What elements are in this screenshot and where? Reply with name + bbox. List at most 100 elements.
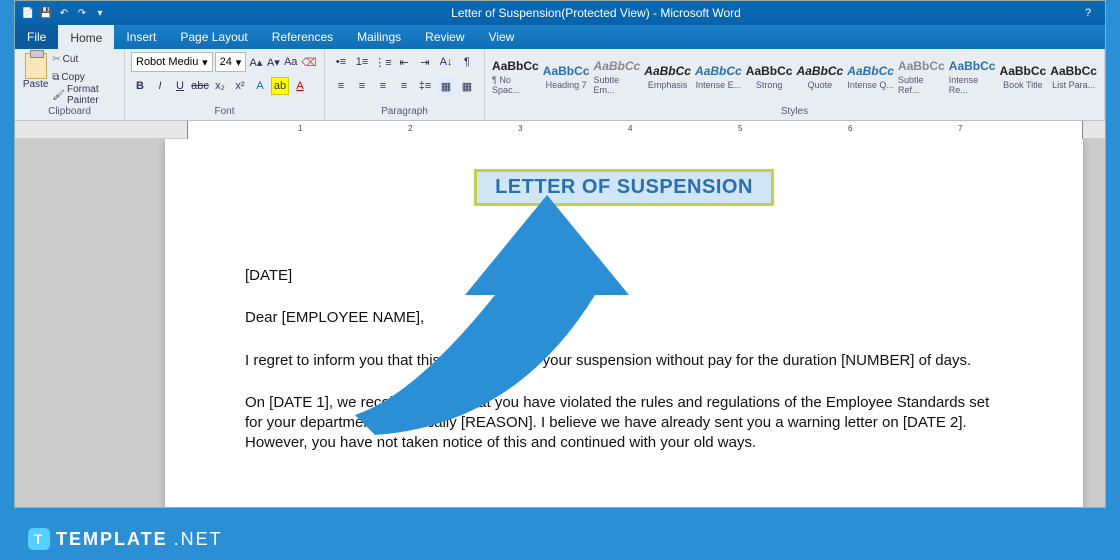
save-icon[interactable]: 💾 xyxy=(39,6,53,20)
style-name: Emphasis xyxy=(648,80,688,90)
style-preview: AaBbCc xyxy=(543,64,590,78)
style-option[interactable]: AaBbCc Strong xyxy=(745,53,794,101)
style-preview: AaBbCc xyxy=(1050,64,1097,78)
style-option[interactable]: AaBbCcEmphasis xyxy=(643,53,692,101)
style-option[interactable]: AaBbCc Intense Q... xyxy=(846,53,895,101)
tab-page-layout[interactable]: Page Layout xyxy=(168,25,259,49)
ribbon: Paste ✂Cut ⧉Copy 🖌Format Painter Clipboa… xyxy=(15,49,1105,121)
align-left-icon[interactable]: ≡ xyxy=(331,77,351,95)
style-option[interactable]: AaBbCc Quote xyxy=(796,53,845,101)
tab-review[interactable]: Review xyxy=(413,25,476,49)
style-preview: AaBbCc xyxy=(492,59,539,73)
style-name: Book Title xyxy=(1003,80,1043,90)
align-center-icon[interactable]: ≡ xyxy=(352,77,372,95)
styles-gallery[interactable]: AaBbCc¶ No Spac...AaBbCcHeading 7AaBbCcS… xyxy=(491,51,1098,101)
italic-icon[interactable]: I xyxy=(151,77,169,95)
paste-label: Paste xyxy=(23,79,49,90)
increase-indent-icon[interactable]: ⇥ xyxy=(415,53,435,71)
underline-icon[interactable]: U xyxy=(171,77,189,95)
document-area: LETTER OF SUSPENSION [DATE] Dear [EMPLOY… xyxy=(15,139,1105,507)
text-effects-icon[interactable]: A xyxy=(251,77,269,95)
undo-icon[interactable]: ↶ xyxy=(57,6,71,20)
page[interactable]: LETTER OF SUSPENSION [DATE] Dear [EMPLOY… xyxy=(165,139,1083,507)
sort-icon[interactable]: A↓ xyxy=(436,53,456,71)
style-option[interactable]: AaBbCcIntense Re... xyxy=(948,53,997,101)
bold-icon[interactable]: B xyxy=(131,77,149,95)
font-size-combo[interactable]: 24▾ xyxy=(215,52,247,72)
doc-greeting[interactable]: Dear [EMPLOYEE NAME], xyxy=(245,308,1003,328)
numbering-icon[interactable]: 1≡ xyxy=(352,53,372,71)
paste-button[interactable]: Paste xyxy=(21,51,50,105)
style-option[interactable]: AaBbCcSubtle Em... xyxy=(593,53,642,101)
style-name: Intense Re... xyxy=(949,75,996,95)
style-preview: AaBbCc xyxy=(746,64,793,78)
multilevel-list-icon[interactable]: ⋮≡ xyxy=(373,53,393,71)
style-preview: AaBbCc xyxy=(797,64,844,78)
style-name: Subtle Em... xyxy=(594,75,641,95)
doc-para-1[interactable]: I regret to inform you that this letter … xyxy=(245,351,1003,371)
tab-references[interactable]: References xyxy=(260,25,345,49)
borders-icon[interactable]: ▦ xyxy=(457,77,477,95)
title-bar: 📄 💾 ↶ ↷ ▾ Letter of Suspension(Protected… xyxy=(15,1,1105,25)
qat-dropdown-icon[interactable]: ▾ xyxy=(93,6,107,20)
format-painter-button[interactable]: 🖌Format Painter xyxy=(52,87,118,103)
group-label: Paragraph xyxy=(331,106,478,118)
scissors-icon: ✂ xyxy=(52,54,60,65)
style-name: ¶ No Spac... xyxy=(492,75,539,95)
brush-icon: 🖌 xyxy=(52,90,65,101)
font-name-combo[interactable]: Robot Mediu▾ xyxy=(131,52,213,72)
style-option[interactable]: AaBbCcIntense E... xyxy=(694,53,743,101)
grow-font-icon[interactable]: A▴ xyxy=(248,53,263,71)
style-preview: AaBbCc xyxy=(898,59,945,73)
show-marks-icon[interactable]: ¶ xyxy=(457,53,477,71)
brand-suffix: .NET xyxy=(174,529,223,550)
word-window: 📄 💾 ↶ ↷ ▾ Letter of Suspension(Protected… xyxy=(14,0,1106,508)
align-right-icon[interactable]: ≡ xyxy=(373,77,393,95)
doc-title[interactable]: LETTER OF SUSPENSION xyxy=(474,169,774,206)
strikethrough-icon[interactable]: abc xyxy=(191,77,209,95)
help-icon[interactable]: ? xyxy=(1085,7,1099,19)
doc-date[interactable]: [DATE] xyxy=(245,266,1003,286)
style-option[interactable]: AaBbCc ¶ No Spac... xyxy=(491,53,540,101)
clear-formatting-icon[interactable]: ⌫ xyxy=(300,53,318,71)
font-color-icon[interactable]: A xyxy=(291,77,309,95)
shrink-font-icon[interactable]: A▾ xyxy=(266,53,281,71)
cut-button[interactable]: ✂Cut xyxy=(52,51,118,67)
brand-icon: T xyxy=(28,528,50,550)
bullets-icon[interactable]: •≡ xyxy=(331,53,351,71)
style-preview: AaBbCc xyxy=(847,64,894,78)
style-option[interactable]: AaBbCc List Para... xyxy=(1049,53,1098,101)
group-clipboard: Paste ✂Cut ⧉Copy 🖌Format Painter Clipboa… xyxy=(15,49,125,120)
style-option[interactable]: AaBbCc Heading 7 xyxy=(542,53,591,101)
copy-button[interactable]: ⧉Copy xyxy=(52,69,118,85)
line-spacing-icon[interactable]: ‡≡ xyxy=(415,77,435,95)
brand-watermark: T TEMPLATE.NET xyxy=(28,528,223,550)
group-label: Font xyxy=(131,106,318,118)
style-option[interactable]: AaBbCc Book Title xyxy=(999,53,1048,101)
redo-icon[interactable]: ↷ xyxy=(75,6,89,20)
style-name: Intense Q... xyxy=(847,80,894,90)
style-preview: AaBbCc xyxy=(1000,64,1047,78)
copy-icon: ⧉ xyxy=(52,72,59,83)
doc-para-2[interactable]: On [DATE 1], we received notice that you… xyxy=(245,393,1003,454)
shading-icon[interactable]: ▦ xyxy=(436,77,456,95)
style-name: List Para... xyxy=(1052,80,1095,90)
tab-file[interactable]: File xyxy=(15,25,58,49)
group-paragraph: •≡ 1≡ ⋮≡ ⇤ ⇥ A↓ ¶ ≡ ≡ ≡ ≡ ‡≡ ▦ ▦ xyxy=(325,49,485,120)
decrease-indent-icon[interactable]: ⇤ xyxy=(394,53,414,71)
tab-mailings[interactable]: Mailings xyxy=(345,25,413,49)
style-option[interactable]: AaBbCcSubtle Ref... xyxy=(897,53,946,101)
subscript-icon[interactable]: x₂ xyxy=(211,77,229,95)
style-name: Strong xyxy=(756,80,783,90)
tab-insert[interactable]: Insert xyxy=(114,25,168,49)
tab-home[interactable]: Home xyxy=(58,25,114,49)
tab-view[interactable]: View xyxy=(477,25,527,49)
style-name: Quote xyxy=(808,80,833,90)
chevron-down-icon: ▾ xyxy=(202,56,208,69)
style-name: Heading 7 xyxy=(546,80,587,90)
change-case-icon[interactable]: Aa xyxy=(283,53,298,71)
superscript-icon[interactable]: x² xyxy=(231,77,249,95)
highlight-icon[interactable]: ab xyxy=(271,77,289,95)
ruler[interactable]: 1234567 xyxy=(15,121,1105,139)
justify-icon[interactable]: ≡ xyxy=(394,77,414,95)
